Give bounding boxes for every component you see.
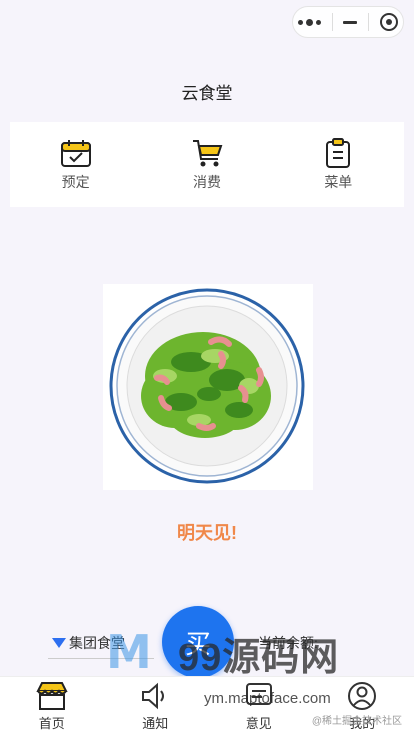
clipboard-icon — [326, 137, 351, 168]
watermark-logo: M — [106, 625, 152, 679]
watermark-brand: 99源码网 — [178, 637, 340, 679]
quick-action-consume[interactable]: 消费 — [162, 138, 252, 192]
quick-actions: 预定 消费 菜单 — [10, 122, 404, 207]
tab-label: 通知 — [142, 716, 169, 731]
navigation-bar: 云食堂 — [0, 0, 414, 112]
tomorrow-message: 明天见! — [177, 523, 237, 543]
quick-action-label: 菜单 — [324, 173, 353, 190]
quick-action-menu[interactable]: 菜单 — [293, 137, 383, 192]
page-title: 云食堂 — [181, 84, 233, 103]
quick-action-reserve[interactable]: 预定 — [31, 138, 121, 192]
salad-plate-image — [103, 284, 313, 490]
tab-home[interactable]: 首页 — [0, 677, 104, 736]
watermark-credit: @稀土掘金技术社区 — [311, 716, 402, 727]
profile-icon — [348, 682, 377, 710]
calendar-check-icon — [60, 139, 91, 167]
tab-label: 意见 — [245, 716, 272, 731]
shop-icon — [36, 682, 68, 710]
cart-icon — [192, 139, 223, 166]
tab-notice[interactable]: 通知 — [104, 677, 208, 736]
speaker-icon — [142, 682, 165, 710]
quick-action-label: 预定 — [61, 173, 90, 190]
close-target-icon[interactable] — [379, 13, 398, 31]
dropdown-triangle-icon — [52, 638, 66, 648]
watermark-url: ym.maptoface.com — [204, 690, 331, 707]
more-icon[interactable] — [298, 18, 322, 26]
quick-action-label: 消费 — [192, 173, 221, 190]
mini-program-capsule — [292, 6, 404, 38]
tab-label: 首页 — [38, 716, 65, 731]
minimize-icon[interactable] — [343, 20, 358, 24]
